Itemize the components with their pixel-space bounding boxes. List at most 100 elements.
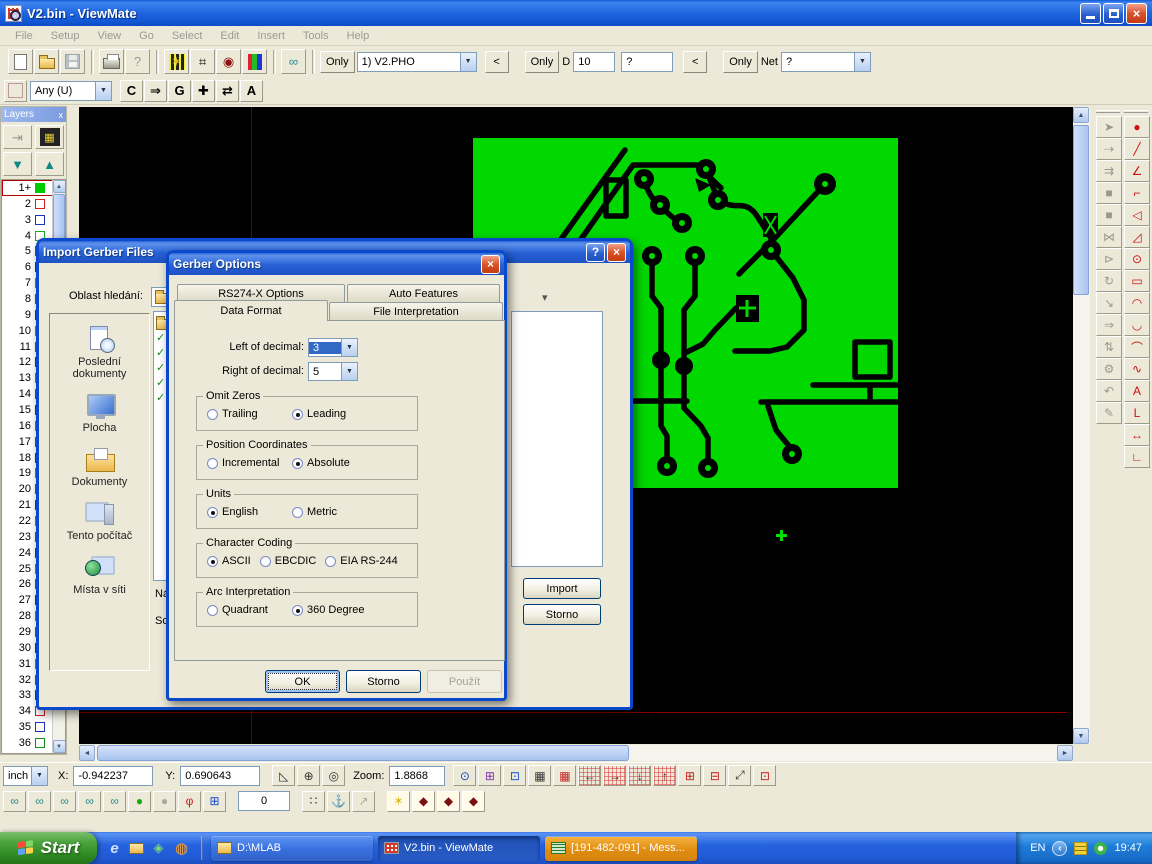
menu-item[interactable]: View <box>88 28 130 44</box>
menu-item[interactable]: Go <box>130 28 163 44</box>
menu-item[interactable]: Help <box>338 28 379 44</box>
view-draw-icon[interactable]: ∞ <box>78 791 101 812</box>
dcode-c-button[interactable]: C <box>120 80 143 102</box>
corner-tool-icon[interactable]: ∟ <box>1124 446 1150 468</box>
view-layers-icon[interactable]: ∞ <box>28 791 51 812</box>
radio-icon[interactable] <box>260 556 271 567</box>
menu-item[interactable]: Insert <box>248 28 294 44</box>
dialog-close-icon[interactable]: × <box>607 243 626 262</box>
quicklaunch-folder-icon[interactable] <box>129 843 144 854</box>
tab-file-interpretation[interactable]: File Interpretation <box>329 302 503 320</box>
radio-option[interactable]: Quadrant <box>207 604 292 616</box>
layer-color-swatch[interactable] <box>35 738 45 748</box>
radio-icon[interactable] <box>207 409 218 420</box>
zoom-value[interactable]: 1.8868 <box>389 766 445 786</box>
save-button[interactable] <box>60 49 85 74</box>
dim-tool-icon[interactable]: ↔ <box>1124 424 1150 446</box>
select-dot-icon[interactable]: ⊡ <box>753 765 776 786</box>
probe-phi-icon[interactable]: φ <box>178 791 201 812</box>
scroll-up-icon[interactable]: ▲ <box>53 180 66 193</box>
circle-tool-icon[interactable]: ⊙ <box>1124 248 1150 270</box>
dcode-input[interactable]: 10 <box>573 52 615 72</box>
measure-button[interactable]: ∞ <box>281 49 306 74</box>
scurve-tool-icon[interactable]: ∿ <box>1124 358 1150 380</box>
layer-color-swatch[interactable] <box>35 722 45 732</box>
dcode-query-input[interactable]: ? <box>621 52 673 72</box>
place-documents[interactable]: Dokumenty <box>53 446 147 488</box>
square2-tool-icon[interactable]: ■ <box>1096 204 1122 226</box>
offset-value[interactable]: 0 <box>238 791 290 811</box>
flash-select-icon[interactable]: ✶ <box>387 791 410 812</box>
swap-tool-button[interactable]: ⇄ <box>216 80 239 102</box>
radio-icon[interactable] <box>325 556 336 567</box>
toolbar-grip[interactable] <box>1124 110 1148 113</box>
radio-icon[interactable] <box>207 605 218 616</box>
path-tool-icon[interactable]: ⌐ <box>1124 182 1150 204</box>
canvas-vertical-scrollbar[interactable]: ▲ ▼ <box>1073 107 1090 744</box>
grid-snap2-icon[interactable]: ⊟ <box>703 765 726 786</box>
goto-dcode-button[interactable]: G <box>168 80 191 102</box>
scale-icon[interactable]: ↘ <box>1096 292 1122 314</box>
start-button[interactable]: Start <box>0 832 97 864</box>
task-messenger[interactable]: [191-482-091] - Mess... <box>545 836 697 861</box>
net-combo[interactable]: ? ▼ <box>781 52 871 72</box>
pan-mode-icon[interactable]: ↗ <box>352 791 375 812</box>
quicklaunch-help-icon[interactable]: ◈ <box>150 840 167 857</box>
view-sketch-icon[interactable]: ∞ <box>103 791 126 812</box>
undo-icon[interactable]: ↶ <box>1096 380 1122 402</box>
place-desktop[interactable]: Plocha <box>53 392 147 434</box>
pad-tool-icon[interactable]: ● <box>1124 116 1150 138</box>
layer-color-swatch[interactable] <box>35 215 45 225</box>
open-file-button[interactable] <box>34 49 59 74</box>
only-dcode-button[interactable]: Only <box>525 51 560 73</box>
zoom-tool-icon[interactable]: ⊙ <box>453 765 476 786</box>
radio-icon[interactable] <box>207 458 218 469</box>
highlight-off-icon[interactable]: ● <box>153 791 176 812</box>
components-button[interactable]: ⌗ <box>190 49 215 74</box>
pan-right-icon[interactable]: → <box>603 765 626 786</box>
menu-item[interactable]: Select <box>163 28 212 44</box>
text-tool-button[interactable]: A <box>240 80 263 102</box>
line-tool-icon[interactable]: ╱ <box>1124 138 1150 160</box>
prev-dcode-button[interactable]: < <box>683 51 707 73</box>
select-zoom-icon[interactable]: ⤢ <box>728 765 751 786</box>
prev-layer-button[interactable]: < <box>485 51 509 73</box>
flip-v-icon[interactable]: ⊳ <box>1096 248 1122 270</box>
language-indicator[interactable]: EN <box>1030 842 1045 854</box>
copy-items-icon[interactable]: ⇉ <box>1096 160 1122 182</box>
chevron-down-icon[interactable]: ▼ <box>31 767 47 785</box>
text-tool-icon[interactable]: A <box>1124 380 1150 402</box>
arc-tool-icon[interactable]: ◠ <box>1124 292 1150 314</box>
minimize-button[interactable] <box>1080 3 1101 24</box>
scroll-up-icon[interactable]: ▲ <box>1073 107 1089 123</box>
angle-icon[interactable]: ◺ <box>272 765 295 786</box>
pad-select3-icon[interactable]: ◆ <box>462 791 485 812</box>
film-colors-button[interactable] <box>242 49 267 74</box>
layer-up-button[interactable]: ▲ <box>35 152 64 176</box>
pan-left-icon[interactable]: ← <box>578 765 601 786</box>
chevron-down-icon[interactable]: ▼ <box>854 53 870 71</box>
probe-icon[interactable]: ◎ <box>322 765 345 786</box>
square-tool-icon[interactable]: ■ <box>1096 182 1122 204</box>
only-net-button[interactable]: Only <box>723 51 758 73</box>
task-viewmate[interactable]: V2.bin - ViewMate <box>378 836 540 861</box>
dcode-circle-button[interactable]: ◉ <box>216 49 241 74</box>
scroll-left-icon[interactable]: ◄ <box>79 745 95 761</box>
layer-colors-button[interactable]: ▦ <box>35 125 64 149</box>
menu-item[interactable]: Setup <box>42 28 89 44</box>
radio-option[interactable]: Leading <box>292 408 346 420</box>
horizontal-scroll-thumb[interactable] <box>97 745 629 761</box>
radio-option[interactable]: EIA RS-244 <box>325 555 397 567</box>
grid-select-button[interactable] <box>4 80 27 102</box>
radio-option[interactable]: English <box>207 506 292 518</box>
maximize-button[interactable] <box>1103 3 1124 24</box>
pad-select-icon[interactable]: ◆ <box>412 791 435 812</box>
quicklaunch-firefox-icon[interactable]: ◍ <box>173 840 190 857</box>
import-button[interactable]: Import <box>523 578 601 599</box>
rect-tool-icon[interactable]: ▭ <box>1124 270 1150 292</box>
anchor-icon[interactable]: ⚓ <box>327 791 350 812</box>
radio-icon[interactable] <box>207 507 218 518</box>
menu-item[interactable]: Tools <box>294 28 338 44</box>
settings-icon[interactable]: ⚙ <box>1096 358 1122 380</box>
arc2-tool-icon[interactable]: ⌒ <box>1124 336 1150 358</box>
